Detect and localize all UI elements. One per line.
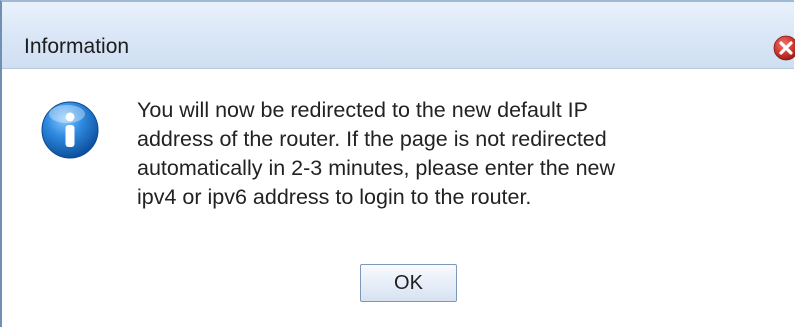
close-icon[interactable] (773, 35, 795, 61)
dialog-title: Information (24, 35, 130, 58)
dialog-title-bar: Information (2, 2, 795, 69)
message-line: automatically in 2-3 minutes, please ent… (137, 156, 616, 180)
message-line: You will now be redirected to the new de… (137, 98, 588, 122)
info-icon (40, 100, 100, 160)
information-dialog: Information You will now be redirected t… (0, 0, 795, 327)
dialog-message: You will now be redirected to the new de… (137, 96, 737, 212)
ok-button[interactable]: OK (360, 264, 457, 302)
message-line: address of the router. If the page is no… (137, 127, 607, 151)
message-line: ipv4 or ipv6 address to login to the rou… (137, 185, 532, 209)
